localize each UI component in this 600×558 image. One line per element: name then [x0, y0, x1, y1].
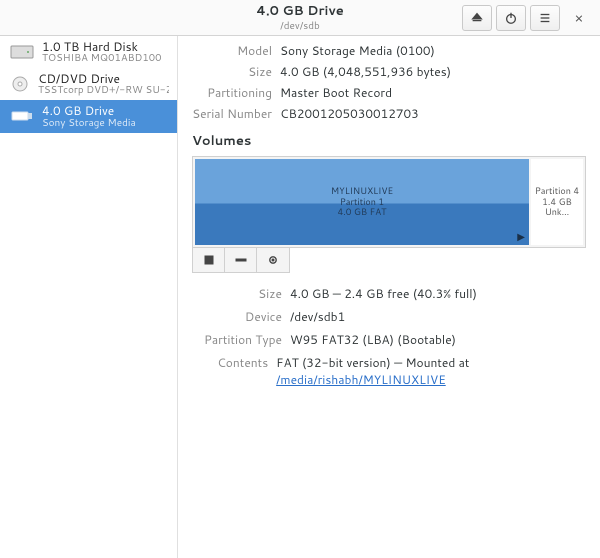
- partition-line: 4.0 GB FAT: [338, 207, 387, 218]
- titlebar: 4.0 GB Drive /dev/sdb ×: [0, 0, 600, 36]
- volumes-diagram: MYLINUXLIVE Partition 1 4.0 GB FAT ▶ Par…: [192, 156, 586, 248]
- menu-button[interactable]: [530, 5, 560, 31]
- close-icon: ×: [575, 8, 584, 28]
- menu-icon: [538, 11, 552, 25]
- remove-icon: [235, 254, 247, 266]
- sidebar-item-cd[interactable]: CD/DVD Drive TSSTcorp DVD+/-RW SU-208GB: [0, 68, 177, 100]
- vol-contents: FAT (32-bit version) — Mounted at /media…: [276, 354, 586, 388]
- play-icon: ▶: [517, 231, 525, 243]
- vol-value: W95 FAT32 (LBA) (Bootable): [290, 331, 456, 348]
- vol-label: Contents: [192, 354, 268, 388]
- eject-icon: [470, 11, 484, 25]
- eject-button[interactable]: [462, 5, 492, 31]
- partition-line: 1.4 GB Unk...: [533, 197, 581, 219]
- vol-label: Partition Type: [192, 331, 282, 348]
- hdd-icon: [8, 42, 36, 62]
- usb-icon: [8, 106, 36, 126]
- vol-label: Device: [192, 308, 282, 325]
- info-value: 4.0 GB (4,048,551,936 bytes): [280, 63, 451, 80]
- contents-text: FAT (32-bit version) — Mounted at: [276, 354, 469, 371]
- close-button[interactable]: ×: [564, 3, 594, 33]
- vol-value: 4.0 GB — 2.4 GB free (40.3% full): [290, 285, 477, 302]
- partition-1[interactable]: MYLINUXLIVE Partition 1 4.0 GB FAT ▶: [195, 159, 529, 245]
- sidebar-item-usb[interactable]: 4.0 GB Drive Sony Storage Media: [0, 100, 177, 132]
- device-detail: TOSHIBA MQ01ABD100: [42, 53, 161, 64]
- info-value: CB2001205030012703: [280, 105, 419, 122]
- info-value: Sony Storage Media (0100): [280, 42, 435, 59]
- info-label: Serial Number: [192, 105, 272, 122]
- volumes-heading: Volumes: [192, 132, 586, 150]
- partition-4[interactable]: Partition 4 1.4 GB Unk...: [531, 159, 583, 245]
- device-detail: Sony Storage Media: [42, 118, 136, 129]
- device-detail: TSSTcorp DVD+/-RW SU-208GB: [38, 85, 169, 96]
- info-label: Partitioning: [192, 84, 272, 101]
- options-button[interactable]: [257, 248, 289, 272]
- info-label: Size: [192, 63, 272, 80]
- sidebar-item-hdd[interactable]: 1.0 TB Hard Disk TOSHIBA MQ01ABD100: [0, 36, 177, 68]
- power-icon: [504, 11, 518, 25]
- gear-icon: [267, 254, 279, 266]
- device-sidebar: 1.0 TB Hard Disk TOSHIBA MQ01ABD100 CD/D…: [0, 36, 178, 558]
- mount-link[interactable]: /media/rishabh/MYLINUXLIVE: [276, 371, 446, 388]
- unmount-button[interactable]: [193, 248, 225, 272]
- delete-button[interactable]: [225, 248, 257, 272]
- info-value: Master Boot Record: [280, 84, 392, 101]
- cd-icon: [8, 74, 32, 94]
- power-button[interactable]: [496, 5, 526, 31]
- stop-icon: [203, 254, 215, 266]
- vol-label: Size: [192, 285, 282, 302]
- content-pane: Model Sony Storage Media (0100) Size 4.0 G…: [178, 36, 600, 558]
- vol-value: /dev/sdb1: [290, 308, 345, 325]
- volume-toolbar: [192, 248, 290, 273]
- info-label: Model: [192, 42, 272, 59]
